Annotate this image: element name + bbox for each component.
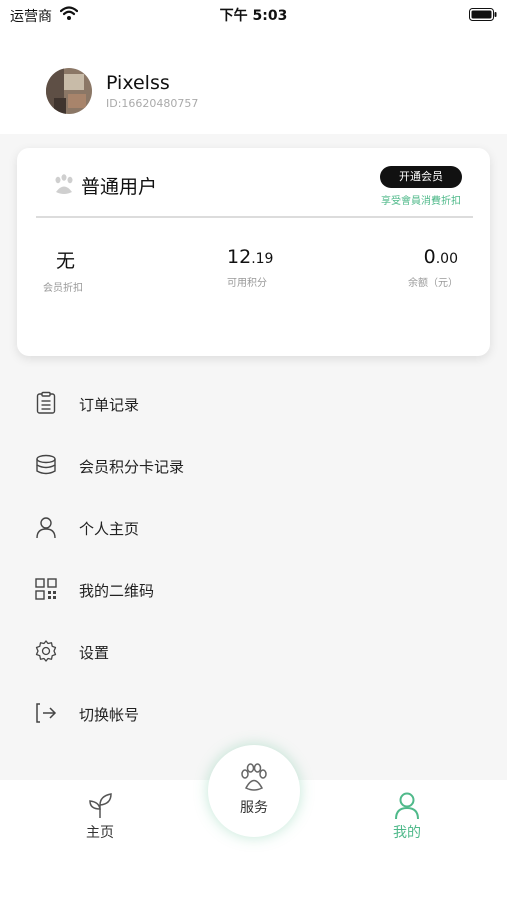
menu-list: 订单记录 会员积分卡记录 个人主页 我的二维码 设置 切换帐号 (0, 372, 507, 744)
user-id: ID:16620480757 (106, 97, 199, 110)
qrcode-icon (35, 578, 57, 600)
menu-label-switch-account: 切换帐号 (79, 706, 140, 724)
balance-value-main: 0 (423, 246, 436, 268)
menu-item-settings[interactable]: 设置 (0, 620, 507, 682)
menu-item-qrcode[interactable]: 我的二维码 (0, 558, 507, 620)
open-vip-button[interactable]: 开通会员 (380, 166, 462, 188)
status-bar: 运营商 下午 5:03 (0, 0, 507, 30)
paw-icon (241, 763, 267, 791)
points-value: 12.19 (227, 246, 273, 268)
stat-points[interactable]: 12.19 可用积分 (227, 246, 273, 289)
service-label: 服务 (240, 800, 268, 816)
paw-icon (55, 174, 73, 194)
clipboard-icon (36, 391, 56, 414)
menu-item-homepage[interactable]: 个人主页 (0, 496, 507, 558)
stat-balance[interactable]: 0.00 余额（元） (408, 246, 458, 289)
user-icon (36, 517, 56, 539)
sprout-icon (89, 793, 112, 818)
balance-value: 0.00 (408, 246, 458, 268)
menu-item-switch-account[interactable]: 切换帐号 (0, 682, 507, 744)
balance-label: 余额（元） (408, 278, 458, 289)
gear-icon (35, 640, 57, 662)
menu-item-points-card[interactable]: 会员积分卡记录 (0, 434, 507, 496)
menu-label-settings: 设置 (79, 644, 110, 662)
discount-label: 会员折扣 (43, 283, 83, 294)
avatar[interactable] (46, 68, 92, 114)
member-card: 普通用户 开通会员 享受會員消費折扣 无 会员折扣 12.19 可用积分 0.0… (17, 148, 490, 356)
service-button[interactable]: 服务 (208, 745, 300, 837)
tab-mine[interactable]: 我的 (352, 780, 462, 842)
battery-icon (469, 8, 497, 21)
balance-value-decimal: .00 (435, 251, 458, 267)
points-value-decimal: .19 (251, 251, 274, 267)
card-divider (36, 216, 473, 218)
menu-label-orders: 订单记录 (79, 396, 140, 414)
coins-stack-icon (36, 454, 56, 475)
member-level: 普通用户 (81, 176, 158, 198)
vip-hint: 享受會員消費折扣 (381, 196, 461, 207)
status-time: 下午 5:03 (219, 8, 288, 24)
points-label: 可用积分 (227, 278, 267, 289)
profile-header[interactable]: Pixelss ID:16620480757 (0, 30, 507, 134)
menu-label-points-card: 会员积分卡记录 (79, 458, 185, 476)
tab-home[interactable]: 主页 (45, 780, 155, 842)
tab-mine-label: 我的 (393, 825, 421, 841)
tab-home-label: 主页 (86, 825, 114, 841)
stat-discount: 无 会员折扣 (43, 246, 83, 294)
discount-value: 无 (56, 250, 76, 272)
logout-icon (36, 703, 57, 723)
username: Pixelss (106, 72, 170, 94)
menu-item-orders[interactable]: 订单记录 (0, 372, 507, 434)
menu-label-homepage: 个人主页 (79, 520, 140, 538)
user-icon (395, 792, 419, 820)
points-value-main: 12 (227, 246, 252, 268)
menu-label-qrcode: 我的二维码 (79, 582, 155, 600)
